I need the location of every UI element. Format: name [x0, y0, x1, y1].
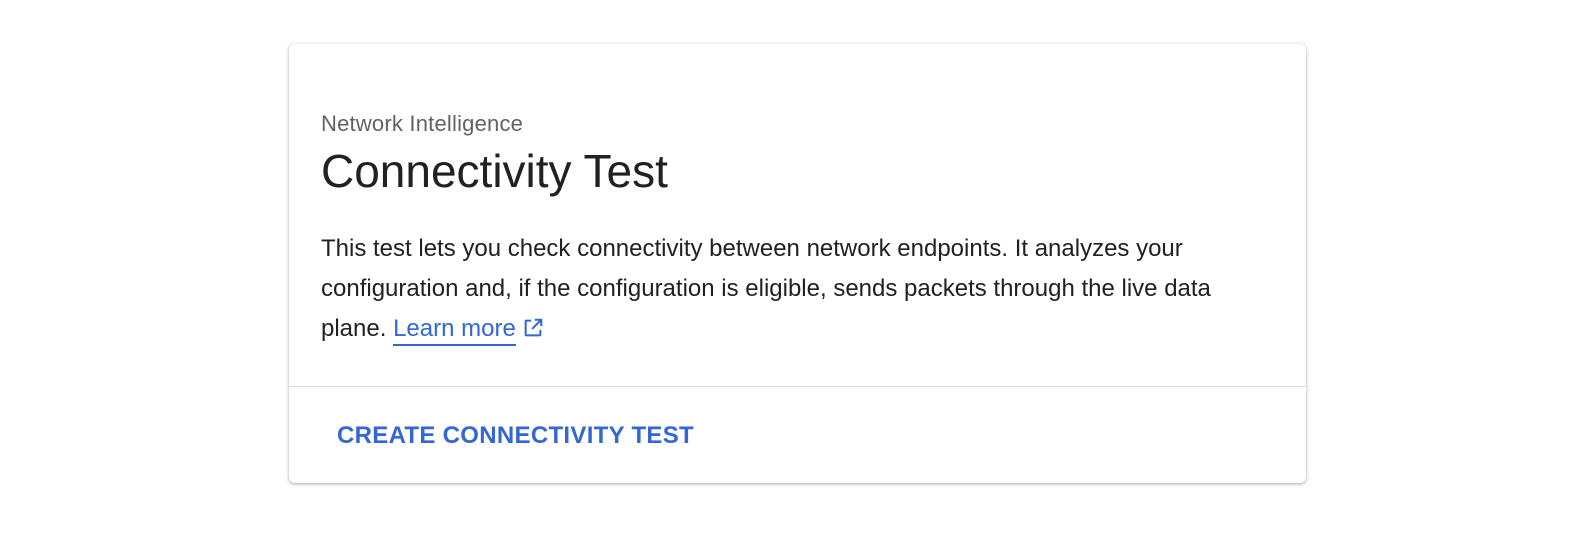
learn-more-link[interactable]: Learn more — [393, 315, 516, 346]
open-in-new-icon[interactable] — [522, 317, 544, 339]
card-divider — [289, 386, 1306, 387]
connectivity-test-card: Network Intelligence Connectivity Test T… — [289, 44, 1306, 483]
learn-more-label: Learn more — [393, 315, 516, 342]
create-connectivity-test-button[interactable]: CREATE CONNECTIVITY TEST — [321, 410, 710, 462]
card-body: Network Intelligence Connectivity Test T… — [289, 44, 1306, 386]
card-eyebrow: Network Intelligence — [321, 111, 524, 136]
card-description: This test lets you check connectivity be… — [321, 229, 1271, 349]
card-title: Connectivity Test — [321, 145, 668, 197]
